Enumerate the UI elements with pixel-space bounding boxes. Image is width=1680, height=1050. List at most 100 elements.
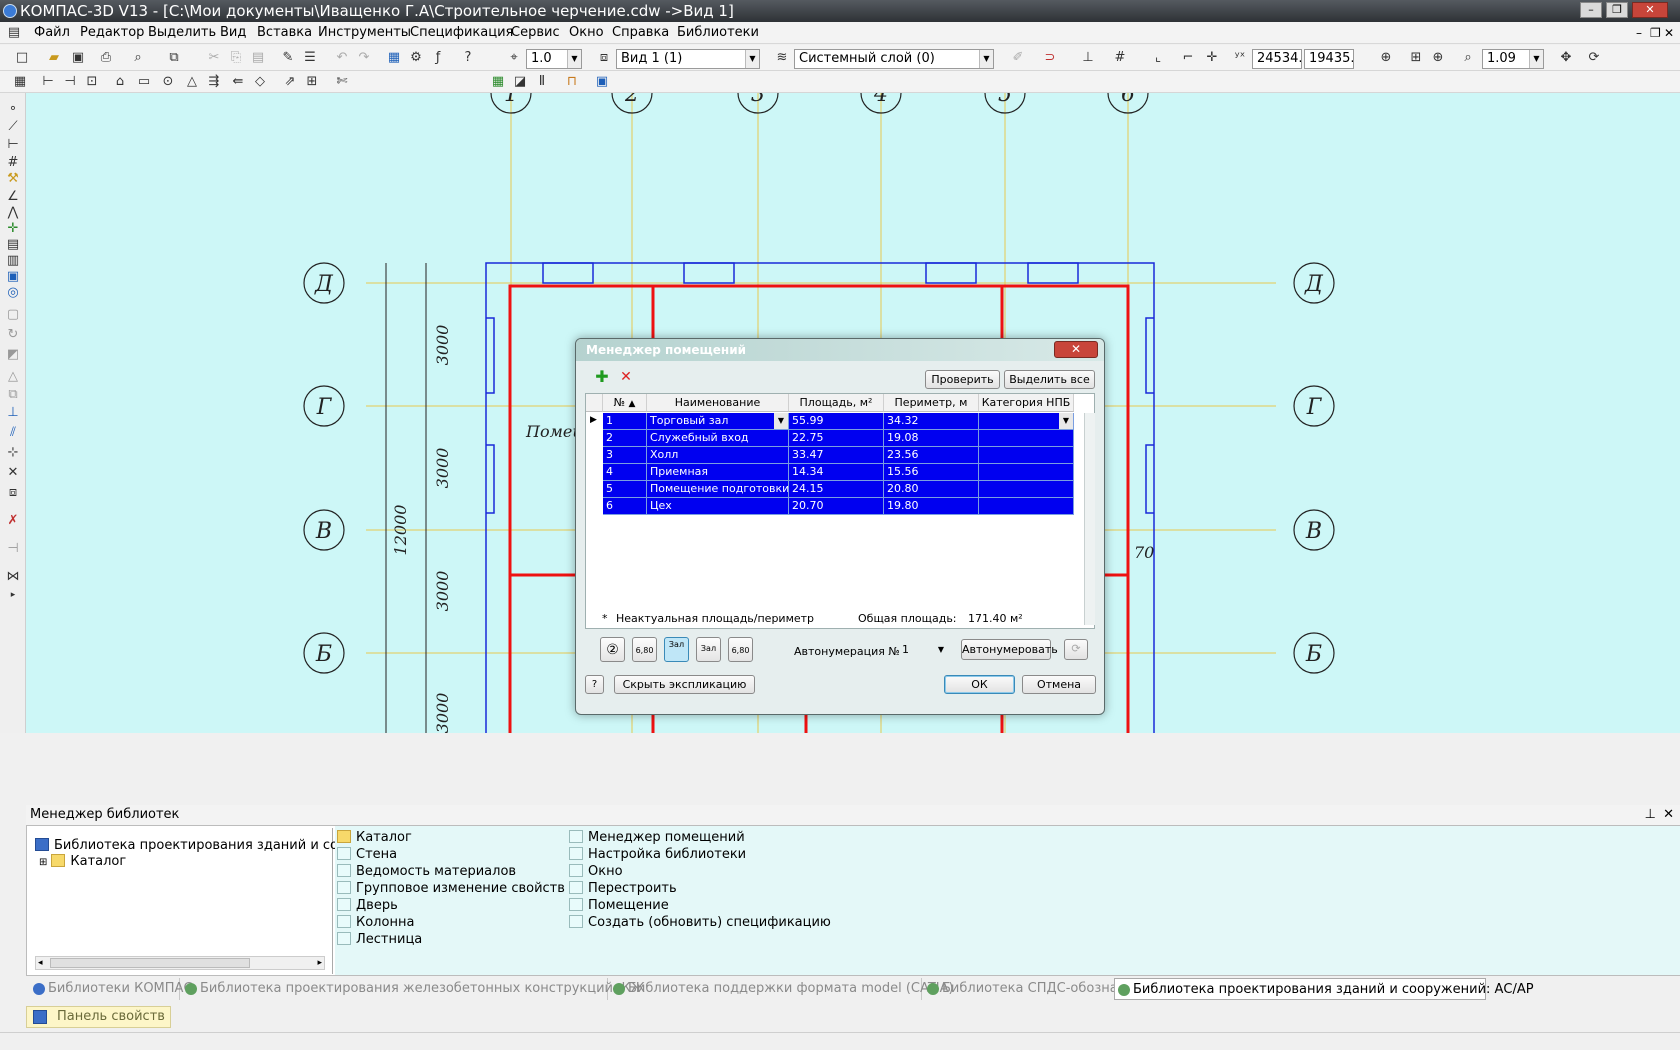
cell-number[interactable]: 6 <box>603 498 647 515</box>
cell-name[interactable]: Торговый зал ▼ <box>647 413 789 430</box>
lib-item[interactable]: Лестница <box>337 932 422 948</box>
properties-panel-tab[interactable]: Панель свойств <box>26 1006 171 1028</box>
column-icon[interactable]: Ⅱ <box>534 74 550 90</box>
menu-help[interactable]: Справка <box>612 25 669 41</box>
menu-insert[interactable]: Вставка <box>257 25 312 41</box>
autonum-field[interactable]: 1 ▼ <box>898 640 948 660</box>
local-cs-icon[interactable]: ⌞ <box>1150 50 1166 66</box>
preview-icon[interactable]: ⌕ <box>130 50 146 66</box>
undo-icon[interactable]: ↶ <box>334 50 350 66</box>
tab-kompas-libraries[interactable]: Библиотеки КОМПАС <box>30 978 193 1000</box>
chevron-down-icon[interactable]: ▼ <box>567 50 581 68</box>
close-panel-icon[interactable]: ✕ <box>1663 805 1674 825</box>
table-scrollbar[interactable] <box>1084 413 1095 625</box>
cell-area[interactable]: 22.75 <box>789 430 884 447</box>
grid-tool-icon[interactable]: # <box>5 155 21 171</box>
dimensions-icon[interactable]: ⊢ <box>40 74 56 90</box>
paste-icon[interactable]: ▤ <box>250 50 266 66</box>
hide-explication-button[interactable]: Скрыть экспликацию <box>614 675 755 694</box>
cell-perimeter[interactable]: 19.08 <box>884 430 979 447</box>
lib-item[interactable]: Ведомость материалов <box>337 864 516 880</box>
manager-icon[interactable]: ▦ <box>386 50 402 66</box>
menu-view[interactable]: Вид <box>220 25 246 41</box>
text-tool-icon[interactable]: ▤ <box>5 237 21 253</box>
measure-tool-icon[interactable]: ⊣ <box>5 541 21 557</box>
cell-area[interactable]: 55.99 <box>789 413 884 430</box>
param-tool-icon[interactable]: ⋈ <box>5 569 21 585</box>
refresh-view-icon[interactable]: ⟳ <box>1586 50 1602 66</box>
tab-kzh-library[interactable]: Библиотека проектирования железобетонных… <box>182 978 645 1000</box>
lib-item[interactable]: Окно <box>569 864 623 880</box>
menu-editor[interactable]: Редактор <box>80 25 144 41</box>
rooms-table-icon[interactable]: ▦ <box>490 74 506 90</box>
chart-icon[interactable]: ⇗ <box>282 74 298 90</box>
menu-file[interactable]: Файл <box>34 25 70 41</box>
style-name-button[interactable]: Зал <box>696 637 721 662</box>
cell-name[interactable]: Приемная <box>647 464 789 481</box>
close-button[interactable]: ✕ <box>1632 2 1668 18</box>
dim-tool-icon[interactable]: ⊢ <box>5 137 21 153</box>
scale-field[interactable]: 1.0 ▼ <box>526 49 582 69</box>
help-icon[interactable]: ? <box>585 675 604 694</box>
lib-item[interactable]: Групповое изменение свойств <box>337 881 565 897</box>
expand-arrow-icon[interactable]: ▸ <box>5 587 21 603</box>
delete-tool-icon[interactable]: ✗ <box>5 513 21 529</box>
cell-name[interactable]: Цех <box>647 498 789 515</box>
chevron-down-icon[interactable]: ▼ <box>938 640 944 660</box>
cell-perimeter[interactable]: 34.32 <box>884 413 979 430</box>
cell-name[interactable]: Помещение подготовки <box>647 481 789 498</box>
cell-category[interactable] <box>979 447 1074 464</box>
column-header-category[interactable]: Категория НПБ <box>979 394 1074 412</box>
extend-tool-icon[interactable]: ✕ <box>5 465 21 481</box>
print-icon[interactable]: ⎙ <box>98 50 114 66</box>
table-icon[interactable]: ⊞ <box>304 74 320 90</box>
cell-category[interactable] <box>979 498 1074 515</box>
select-icon[interactable]: ⊙ <box>160 74 176 90</box>
menu-window[interactable]: Окно <box>569 25 604 41</box>
chevron-down-icon[interactable]: ▼ <box>1529 50 1543 68</box>
tree-item-catalog[interactable]: ⊞ Каталог <box>39 854 126 871</box>
menu-select[interactable]: Выделить <box>148 25 216 41</box>
column-header-area[interactable]: Площадь, м² <box>789 394 884 412</box>
cancel-button[interactable]: Отмена <box>1022 675 1096 694</box>
tab-spds-library[interactable]: Библиотека СПДС-обозначений <box>924 978 1159 1000</box>
lib-item[interactable]: Перестроить <box>569 881 677 897</box>
cell-perimeter[interactable]: 23.56 <box>884 447 979 464</box>
catalog-icon[interactable]: ▣ <box>594 74 610 90</box>
line-icon[interactable]: ⟋ <box>5 119 21 135</box>
view-tool-icon[interactable]: ⧈ <box>5 485 21 501</box>
help-pointer-icon[interactable]: ? <box>460 50 476 66</box>
frame-tool-icon[interactable]: ▣ <box>5 269 21 285</box>
cut-icon[interactable]: ✂ <box>206 50 222 66</box>
tab-buildings-library[interactable]: Библиотека проектирования зданий и соору… <box>1114 978 1534 1000</box>
copy-icon[interactable]: ⎘ <box>228 50 244 66</box>
cell-area[interactable]: 33.47 <box>789 447 884 464</box>
cell-name[interactable]: Холл <box>647 447 789 464</box>
layer-select[interactable]: Системный слой (0) ▼ <box>794 49 994 69</box>
cell-number[interactable]: 5 <box>603 481 647 498</box>
save-icon[interactable]: ▣ <box>70 50 86 66</box>
rotate-tool-icon[interactable]: ↻ <box>5 327 21 343</box>
angle-icon[interactable]: ∠ <box>5 189 21 205</box>
table-row[interactable]: 5 Помещение подготовки 24.15 20.80 <box>586 481 1096 498</box>
lib-item[interactable]: Каталог <box>337 830 412 846</box>
break-tool-icon[interactable]: ⊹ <box>5 445 21 461</box>
layers-tool-icon[interactable]: ◎ <box>5 285 21 301</box>
style-number-button[interactable]: ② <box>600 637 625 662</box>
new-file-icon[interactable]: □ <box>14 50 30 66</box>
cell-number[interactable]: 4 <box>603 464 647 481</box>
pin-icon[interactable]: ⊥ <box>1645 805 1656 825</box>
style-area-button[interactable]: 6,80 <box>728 637 753 662</box>
axis-tool-icon[interactable]: ✛ <box>5 221 21 237</box>
cell-area[interactable]: 24.15 <box>789 481 884 498</box>
table-row[interactable]: 4 Приемная 14.34 15.56 <box>586 464 1096 481</box>
hatch-icon[interactable]: ◪ <box>512 74 528 90</box>
expand-plus-icon[interactable]: ⊞ <box>39 857 47 868</box>
associative-icon[interactable]: △ <box>184 74 200 90</box>
view-select[interactable]: Вид 1 (1) ▼ <box>616 49 760 69</box>
table-row[interactable]: 6 Цех 20.70 19.80 <box>586 498 1096 515</box>
cell-perimeter[interactable]: 20.80 <box>884 481 979 498</box>
cell-number[interactable]: 3 <box>603 447 647 464</box>
cursor-icon[interactable]: ✛ <box>1204 50 1220 66</box>
coord-y-field[interactable]: 19435.6 <box>1304 49 1354 69</box>
